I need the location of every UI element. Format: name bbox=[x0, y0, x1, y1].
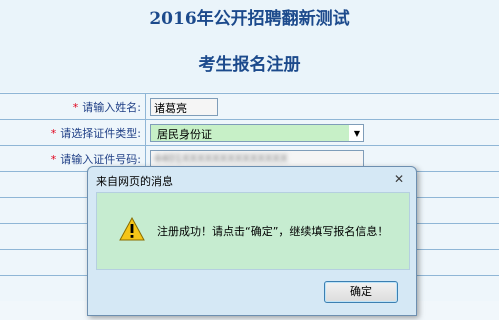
idtype-selected-value: 居民身份证 bbox=[151, 125, 349, 141]
page-subtitle: 考生报名注册 bbox=[198, 55, 301, 75]
page-title: 2016年公开招聘翻新测试 bbox=[149, 9, 350, 29]
dialog-title: 来自网页的消息 bbox=[96, 175, 173, 188]
name-input[interactable]: 诸葛亮 bbox=[150, 98, 218, 116]
form-row-name: * 请输入姓名: 诸葛亮 bbox=[0, 93, 499, 119]
dialog-body: 注册成功！请点击“确定”，继续填写报名信息！ bbox=[96, 192, 410, 270]
name-label: * 请输入姓名: bbox=[72, 101, 141, 114]
idnum-label: * 请输入证件号码: bbox=[50, 153, 141, 166]
idtype-label: * 请选择证件类型: bbox=[50, 127, 141, 140]
required-mark: * bbox=[50, 153, 57, 166]
idtype-select[interactable]: 居民身份证 ▼ bbox=[150, 124, 364, 142]
chevron-down-icon[interactable]: ▼ bbox=[354, 129, 360, 138]
close-icon[interactable]: ✕ bbox=[391, 171, 407, 187]
warning-icon bbox=[119, 217, 145, 241]
idnum-value-blurred: 4401XXXXXXXXXXXXXX bbox=[154, 152, 288, 165]
required-mark: * bbox=[50, 127, 57, 140]
form-row-idtype: * 请选择证件类型: 居民身份证 ▼ bbox=[0, 119, 499, 145]
dialog-footer: 确定 bbox=[96, 271, 410, 311]
column-divider bbox=[145, 94, 146, 119]
required-mark: * bbox=[72, 101, 79, 114]
ok-button[interactable]: 确定 bbox=[324, 281, 398, 303]
dialog-message: 注册成功！请点击“确定”，继续填写报名信息！ bbox=[157, 225, 389, 238]
column-divider bbox=[145, 120, 146, 145]
alert-dialog: 来自网页的消息 ✕ 注册成功！请点击“确定”，继续填写报名信息！ 确定 bbox=[87, 166, 417, 316]
page-header: 2016年公开招聘翻新测试 考生报名注册 bbox=[0, 0, 499, 92]
